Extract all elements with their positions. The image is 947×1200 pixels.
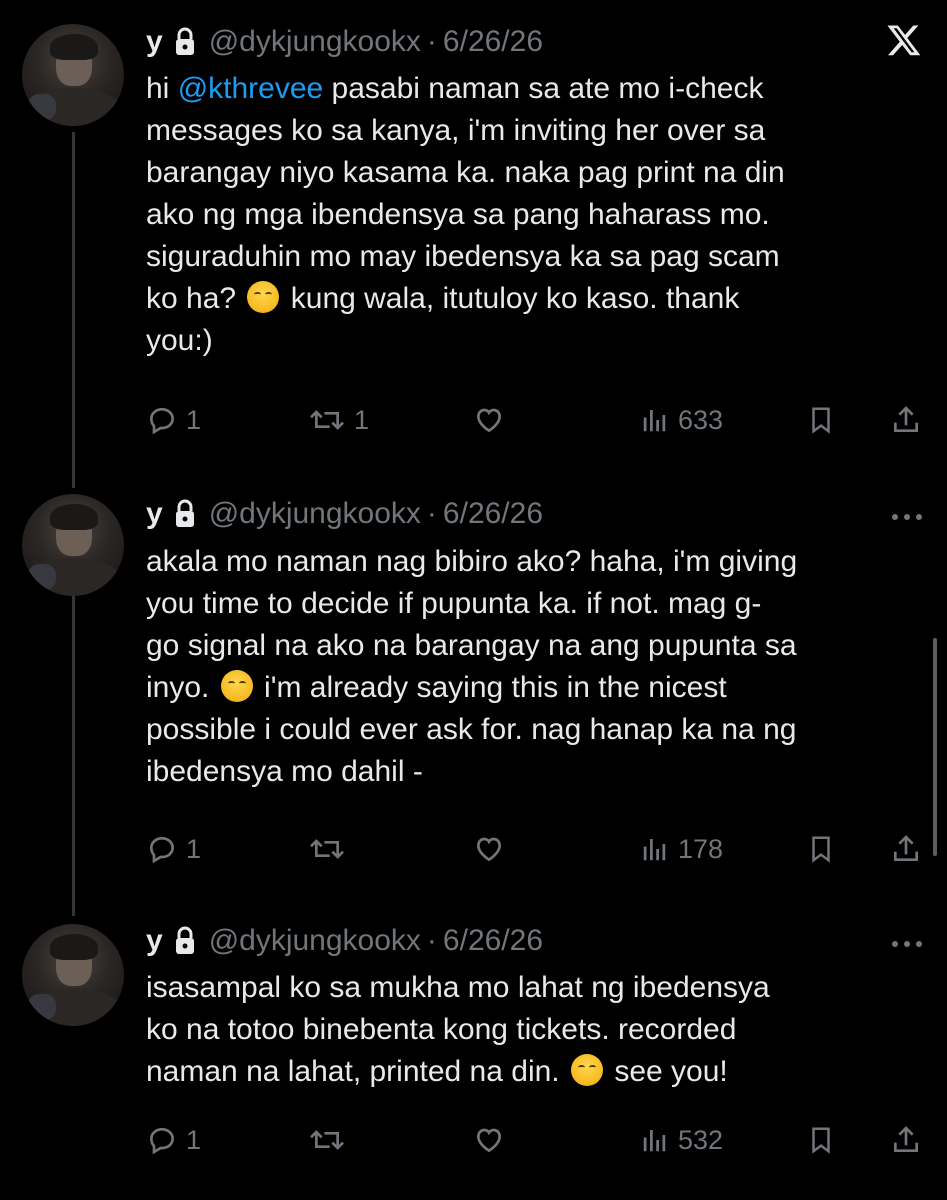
tweet-text-line: barangay niyo kasama ka. naka pag print … [146, 156, 785, 189]
tweet-text: akala mo naman nag bibiro ako? haha, i'm… [146, 541, 916, 793]
repost-button[interactable] [308, 1120, 346, 1160]
display-name[interactable]: y [146, 25, 163, 59]
separator-dot: · [426, 25, 437, 58]
lock-icon [173, 926, 197, 956]
like-icon [472, 833, 506, 865]
bookmark-button[interactable] [806, 829, 836, 869]
smiling-face-emoji-icon [220, 670, 253, 702]
views-icon [640, 1124, 670, 1156]
views-button[interactable]: 178 [640, 829, 723, 869]
bookmark-button[interactable] [806, 400, 836, 440]
tweet-actions: 1 1 633 [146, 400, 926, 440]
avatar[interactable] [22, 924, 124, 1026]
more-icon[interactable] [890, 509, 924, 520]
repost-button[interactable] [308, 829, 346, 869]
tweet-text-line: ako ng mga ibendensya sa pang haharass m… [146, 198, 770, 231]
views-icon [640, 404, 670, 436]
display-name[interactable]: y [146, 497, 163, 531]
separator-dot: · [426, 924, 437, 957]
display-name[interactable]: y [146, 924, 163, 958]
bookmark-icon [806, 833, 836, 865]
x-logo-icon[interactable] [886, 22, 922, 58]
bookmark-icon [806, 1124, 836, 1156]
scrollbar[interactable] [933, 638, 937, 856]
avatar[interactable] [22, 24, 124, 126]
repost-icon [308, 1124, 346, 1156]
repost-count: 1 [354, 404, 370, 435]
tweet-text-line: ko ha? kung wala, itutuloy ko kaso. than… [146, 281, 740, 315]
tweet-text-line: you:) [146, 324, 213, 357]
reply-icon [146, 833, 178, 865]
tweet-actions: 1 532 [146, 1120, 926, 1160]
tweet-text-line: inyo. i'm already saying this in the nic… [146, 670, 727, 704]
tweet-text-line: naman na lahat, printed na din. see you! [146, 1054, 728, 1088]
tweet-text-line: go signal na ako na barangay na ang pupu… [146, 629, 797, 662]
avatar[interactable] [22, 494, 124, 596]
smiling-face-emoji-icon [247, 281, 280, 313]
share-icon [890, 404, 922, 436]
like-icon [472, 404, 506, 436]
user-handle[interactable]: @dykjungkookx [209, 497, 421, 531]
tweet-text-line: possible i could ever ask for. nag hanap… [146, 713, 797, 746]
share-button[interactable] [890, 829, 922, 869]
reply-count: 1 [186, 1124, 202, 1155]
views-icon [640, 833, 670, 865]
lock-icon [173, 499, 197, 529]
tweet-text-line: messages ko sa kanya, i'm inviting her o… [146, 114, 766, 147]
reply-count: 1 [186, 404, 202, 435]
thread-line [72, 132, 75, 488]
tweet-text-line: hi @kthrevee pasabi naman sa ate mo i-ch… [146, 72, 764, 105]
bookmark-button[interactable] [806, 1120, 836, 1160]
like-button[interactable] [472, 1120, 506, 1160]
tweet-text-line: isasampal ko sa mukha mo lahat ng ibeden… [146, 971, 770, 1004]
lock-icon [173, 27, 197, 57]
user-handle[interactable]: @dykjungkookx [209, 924, 421, 958]
reply-button[interactable]: 1 [146, 400, 201, 440]
tweet-header: y @dykjungkookx · 6/26/26 [146, 921, 543, 961]
tweet-actions: 1 178 [146, 829, 926, 869]
tweet-header: y @dykjungkookx · 6/26/26 [146, 22, 543, 62]
reply-icon [146, 1124, 178, 1156]
tweet-header: y @dykjungkookx · 6/26/26 [146, 494, 543, 534]
repost-icon [308, 833, 346, 865]
views-button[interactable]: 532 [640, 1120, 723, 1160]
reply-icon [146, 404, 178, 436]
mention-link[interactable]: @kthrevee [178, 72, 324, 105]
reply-button[interactable]: 1 [146, 1120, 201, 1160]
share-icon [890, 1124, 922, 1156]
tweet-text-line: ibedensya mo dahil - [146, 755, 423, 788]
separator-dot: · [426, 497, 437, 530]
views-count: 633 [678, 404, 724, 435]
tweet-text-line: you time to decide if pupunta ka. if not… [146, 587, 762, 620]
like-icon [472, 1124, 506, 1156]
tweet-text: hi @kthrevee pasabi naman sa ate mo i-ch… [146, 68, 916, 362]
share-icon [890, 833, 922, 865]
tweet-text-line: akala mo naman nag bibiro ako? haha, i'm… [146, 545, 798, 578]
like-button[interactable] [472, 400, 506, 440]
tweet-date[interactable]: 6/26/26 [443, 924, 543, 958]
like-button[interactable] [472, 829, 506, 869]
views-button[interactable]: 633 [640, 400, 723, 440]
user-handle[interactable]: @dykjungkookx [209, 25, 421, 59]
reply-count: 1 [186, 833, 202, 864]
views-count: 178 [678, 833, 724, 864]
more-icon[interactable] [890, 936, 924, 947]
tweet-text-line: siguraduhin mo may ibedensya ka sa pag s… [146, 240, 780, 273]
repost-icon [308, 404, 346, 436]
thread-line [72, 556, 75, 916]
views-count: 532 [678, 1124, 724, 1155]
repost-button[interactable]: 1 [308, 400, 369, 440]
tweet-date[interactable]: 6/26/26 [443, 497, 543, 531]
bookmark-icon [806, 404, 836, 436]
tweet-text-line: ko na totoo binebenta kong tickets. reco… [146, 1013, 737, 1046]
share-button[interactable] [890, 1120, 922, 1160]
share-button[interactable] [890, 400, 922, 440]
tweet-date[interactable]: 6/26/26 [443, 25, 543, 59]
tweet-text: isasampal ko sa mukha mo lahat ng ibeden… [146, 967, 916, 1093]
smiling-face-emoji-icon [570, 1054, 603, 1086]
reply-button[interactable]: 1 [146, 829, 201, 869]
